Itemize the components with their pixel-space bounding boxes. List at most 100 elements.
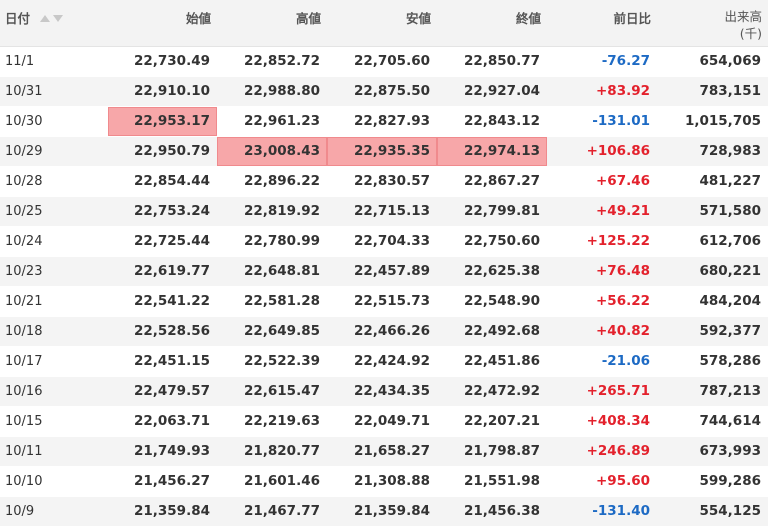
cell-change: +49.21 [547,196,657,227]
cell-low: 22,704.33 [327,226,437,257]
cell-date: 11/1 [0,46,108,77]
cell-low: 22,705.60 [327,46,437,77]
cell-close: 21,551.98 [437,466,547,497]
cell-low: 22,830.57 [327,166,437,197]
cell-volume: 592,377 [657,316,768,347]
table-header: 日付 始値 高値 安値 終値 前日比 出来高 (千) [0,0,768,47]
cell-volume: 571,580 [657,196,768,227]
header-row: 日付 始値 高値 安値 終値 前日比 出来高 (千) [0,0,768,47]
cell-open: 22,730.49 [108,46,217,77]
cell-low: 22,457.89 [327,256,437,287]
cell-change: +56.22 [547,286,657,317]
cell-volume: 787,213 [657,376,768,407]
cell-high: 21,467.77 [217,496,327,527]
cell-low: 22,466.26 [327,316,437,347]
cell-low: 22,935.35 [327,136,437,167]
cell-volume: 612,706 [657,226,768,257]
cell-change: -131.01 [547,106,657,137]
cell-close: 22,850.77 [437,46,547,77]
cell-change: +265.71 [547,376,657,407]
cell-open: 22,950.79 [108,136,217,167]
cell-date: 10/25 [0,196,108,227]
cell-low: 22,515.73 [327,286,437,317]
cell-low: 22,715.13 [327,196,437,227]
header-close: 終値 [437,0,547,47]
cell-close: 22,472.92 [437,376,547,407]
table-row: 10/25 22,753.24 22,819.92 22,715.13 22,799.8… [0,196,768,227]
price-history-table: 日付 始値 高値 安値 終値 前日比 出来高 (千) 11/1 22,730.49… [0,0,768,527]
cell-low: 21,308.88 [327,466,437,497]
cell-close: 22,843.12 [437,106,547,137]
cell-date: 10/16 [0,376,108,407]
cell-high: 22,648.81 [217,256,327,287]
table-row: 10/15 22,063.71 22,219.63 22,049.71 22,207.2… [0,406,768,437]
cell-date: 10/17 [0,346,108,377]
cell-close: 21,798.87 [437,436,547,467]
cell-low: 21,658.27 [327,436,437,467]
sort-ascending-icon[interactable] [40,15,51,22]
cell-change: +106.86 [547,136,657,167]
cell-volume: 481,227 [657,166,768,197]
cell-change: +76.48 [547,256,657,287]
table-row: 10/21 22,541.22 22,581.28 22,515.73 22,548.9… [0,286,768,317]
header-low: 安値 [327,0,437,47]
cell-date: 10/21 [0,286,108,317]
table-row: 10/17 22,451.15 22,522.39 22,424.92 22,451.8… [0,346,768,377]
cell-date: 10/10 [0,466,108,497]
table-row: 10/29 22,950.79 23,008.43 22,935.35 22,974.1… [0,136,768,167]
header-volume: 出来高 (千) [657,0,768,47]
cell-low: 22,434.35 [327,376,437,407]
cell-close: 22,451.86 [437,346,547,377]
cell-close: 22,867.27 [437,166,547,197]
cell-close: 22,799.81 [437,196,547,227]
cell-high: 22,615.47 [217,376,327,407]
cell-close: 22,492.68 [437,316,547,347]
header-change: 前日比 [547,0,657,47]
cell-high: 22,219.63 [217,406,327,437]
table-row: 11/1 22,730.49 22,852.72 22,705.60 22,850.77… [0,46,768,77]
header-volume-label: 出来高 [724,9,762,24]
cell-close: 22,207.21 [437,406,547,437]
header-date[interactable]: 日付 [0,0,108,47]
cell-date: 10/9 [0,496,108,527]
cell-high: 23,008.43 [217,136,327,167]
cell-high: 22,819.92 [217,196,327,227]
table-body: 11/1 22,730.49 22,852.72 22,705.60 22,850.77… [0,46,768,527]
table-row: 10/31 22,910.10 22,988.80 22,875.50 22,927.0… [0,76,768,107]
cell-change: -131.40 [547,496,657,527]
cell-high: 22,780.99 [217,226,327,257]
cell-low: 21,359.84 [327,496,437,527]
cell-close: 22,625.38 [437,256,547,287]
cell-high: 21,820.77 [217,436,327,467]
header-volume-unit: (千) [739,26,762,41]
table-row: 10/9 21,359.84 21,467.77 21,359.84 21,456.38… [0,496,768,527]
table-row: 10/10 21,456.27 21,601.46 21,308.88 21,551.9… [0,466,768,497]
cell-date: 10/28 [0,166,108,197]
cell-date: 10/31 [0,76,108,107]
cell-close: 22,927.04 [437,76,547,107]
cell-volume: 554,125 [657,496,768,527]
cell-date: 10/11 [0,436,108,467]
cell-open: 22,725.44 [108,226,217,257]
cell-high: 21,601.46 [217,466,327,497]
sort-descending-icon[interactable] [53,15,64,22]
cell-open: 22,541.22 [108,286,217,317]
table-row: 10/23 22,619.77 22,648.81 22,457.89 22,625.3… [0,256,768,287]
cell-low: 22,827.93 [327,106,437,137]
cell-open: 22,451.15 [108,346,217,377]
table-row: 10/11 21,749.93 21,820.77 21,658.27 21,798.8… [0,436,768,467]
cell-date: 10/23 [0,256,108,287]
table-row: 10/24 22,725.44 22,780.99 22,704.33 22,750.6… [0,226,768,257]
cell-open: 22,953.17 [108,106,217,137]
cell-volume: 654,069 [657,46,768,77]
table-row: 10/30 22,953.17 22,961.23 22,827.93 22,843.1… [0,106,768,137]
sort-control[interactable] [40,10,66,25]
cell-volume: 783,151 [657,76,768,107]
cell-close: 21,456.38 [437,496,547,527]
cell-high: 22,896.22 [217,166,327,197]
cell-high: 22,649.85 [217,316,327,347]
cell-date: 10/29 [0,136,108,167]
header-high: 高値 [217,0,327,47]
header-date-label: 日付 [5,11,31,26]
table-row: 10/18 22,528.56 22,649.85 22,466.26 22,492.6… [0,316,768,347]
